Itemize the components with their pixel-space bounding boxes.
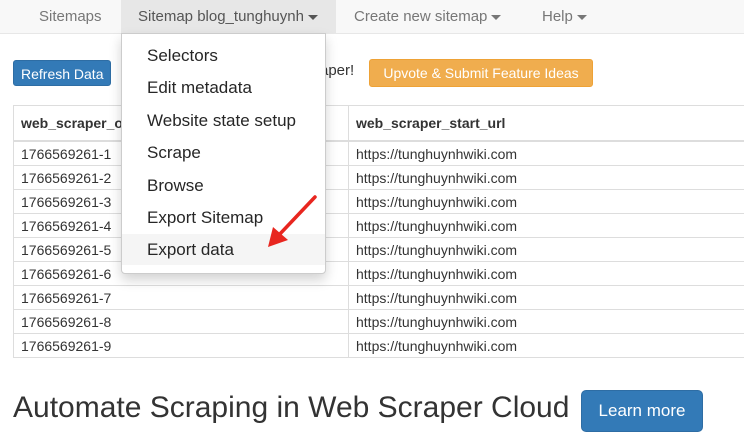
cell-order: 1766569261-8 bbox=[13, 309, 349, 334]
nav-create-sitemap-dropdown[interactable]: Create new sitemap bbox=[354, 0, 502, 33]
nav-current-sitemap-dropdown[interactable]: Sitemap blog_tunghuynh bbox=[121, 0, 336, 33]
menu-item-edit-metadata[interactable]: Edit metadata bbox=[122, 72, 325, 103]
cell-start-url: https://tunghuynhwiki.com bbox=[348, 261, 744, 286]
table-row: 1766569261-7 https://tunghuynhwiki.com bbox=[13, 285, 744, 310]
cell-start-url: https://tunghuynhwiki.com bbox=[348, 213, 744, 238]
cell-start-url: https://tunghuynhwiki.com bbox=[348, 189, 744, 214]
nav-help-label: Help bbox=[542, 8, 573, 25]
learn-more-button[interactable]: Learn more bbox=[581, 390, 703, 432]
upvote-feature-ideas-button[interactable]: Upvote & Submit Feature Ideas bbox=[369, 59, 593, 87]
cloud-promo-heading: Automate Scraping in Web Scraper Cloud bbox=[13, 391, 570, 424]
nav-current-sitemap-label: Sitemap blog_tunghuynh bbox=[138, 8, 304, 25]
caret-down-icon bbox=[491, 14, 502, 20]
cell-order: 1766569261-7 bbox=[13, 285, 349, 310]
table-row: 1766569261-8 https://tunghuynhwiki.com bbox=[13, 309, 744, 334]
menu-item-scrape[interactable]: Scrape bbox=[122, 137, 325, 168]
red-arrow-annotation-icon bbox=[268, 195, 317, 247]
cell-start-url: https://tunghuynhwiki.com bbox=[348, 140, 744, 166]
cell-start-url: https://tunghuynhwiki.com bbox=[348, 333, 744, 358]
menu-item-website-state-setup[interactable]: Website state setup bbox=[122, 105, 325, 136]
nav-create-sitemap-label: Create new sitemap bbox=[354, 8, 488, 25]
cell-start-url: https://tunghuynhwiki.com bbox=[348, 237, 744, 262]
cell-start-url: https://tunghuynhwiki.com bbox=[348, 309, 744, 334]
cell-start-url: https://tunghuynhwiki.com bbox=[348, 165, 744, 190]
column-header-web-scraper-start-url[interactable]: web_scraper_start_url bbox=[348, 105, 744, 142]
table-row: 1766569261-9 https://tunghuynhwiki.com bbox=[13, 333, 744, 358]
refresh-data-button[interactable]: Refresh Data bbox=[13, 60, 112, 86]
cell-order: 1766569261-9 bbox=[13, 333, 349, 358]
nav-help-dropdown[interactable]: Help bbox=[542, 0, 587, 33]
cell-start-url: https://tunghuynhwiki.com bbox=[348, 285, 744, 310]
caret-down-icon bbox=[307, 14, 318, 20]
nav-sitemaps[interactable]: Sitemaps bbox=[39, 0, 102, 33]
caret-down-icon bbox=[576, 14, 587, 20]
menu-item-selectors[interactable]: Selectors bbox=[122, 40, 325, 71]
top-navbar: Sitemaps Sitemap blog_tunghuynh Create n… bbox=[0, 0, 744, 34]
